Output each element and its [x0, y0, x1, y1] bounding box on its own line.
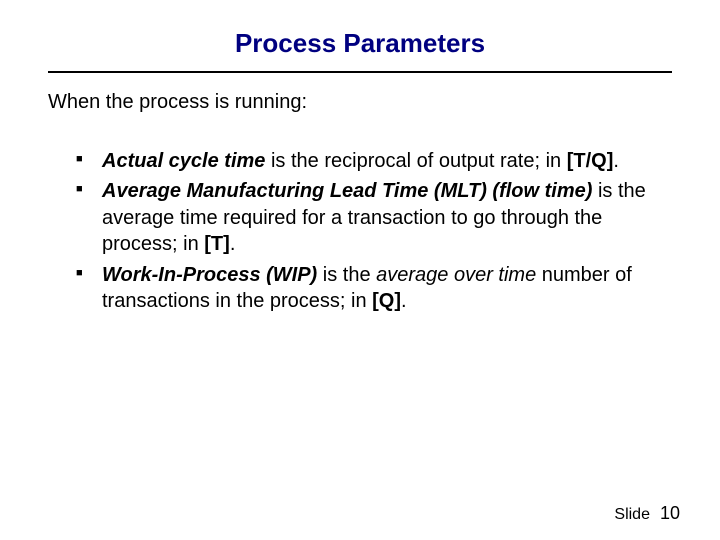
page-title: Process Parameters — [48, 28, 672, 59]
intro-text: When the process is running: — [48, 91, 672, 114]
unit: [T] — [204, 233, 230, 255]
unit: [Q] — [372, 290, 401, 312]
term: Actual cycle time — [102, 150, 265, 172]
text: . — [230, 233, 236, 255]
slide-number: 10 — [660, 503, 680, 523]
unit: [T/Q] — [567, 150, 614, 172]
text: is the reciprocal of output rate; in — [265, 150, 566, 172]
title-divider — [48, 71, 672, 73]
bullet-list: Actual cycle time is the reciprocal of o… — [48, 148, 672, 314]
slide: Process Parameters When the process is r… — [0, 0, 720, 540]
footer: Slide 10 — [614, 503, 680, 524]
list-item: Average Manufacturing Lead Time (MLT) (f… — [76, 178, 672, 257]
term: Work-In-Process (WIP) — [102, 264, 317, 286]
list-item: Work-In-Process (WIP) is the average ove… — [76, 262, 672, 315]
text: . — [613, 150, 619, 172]
term: Average Manufacturing Lead Time (MLT) — [102, 180, 487, 202]
text: . — [401, 290, 407, 312]
emphasis: average over time — [376, 264, 536, 286]
text: is the — [317, 264, 376, 286]
paren: (flow time) — [487, 180, 593, 202]
list-item: Actual cycle time is the reciprocal of o… — [76, 148, 672, 174]
footer-label: Slide — [614, 506, 650, 523]
